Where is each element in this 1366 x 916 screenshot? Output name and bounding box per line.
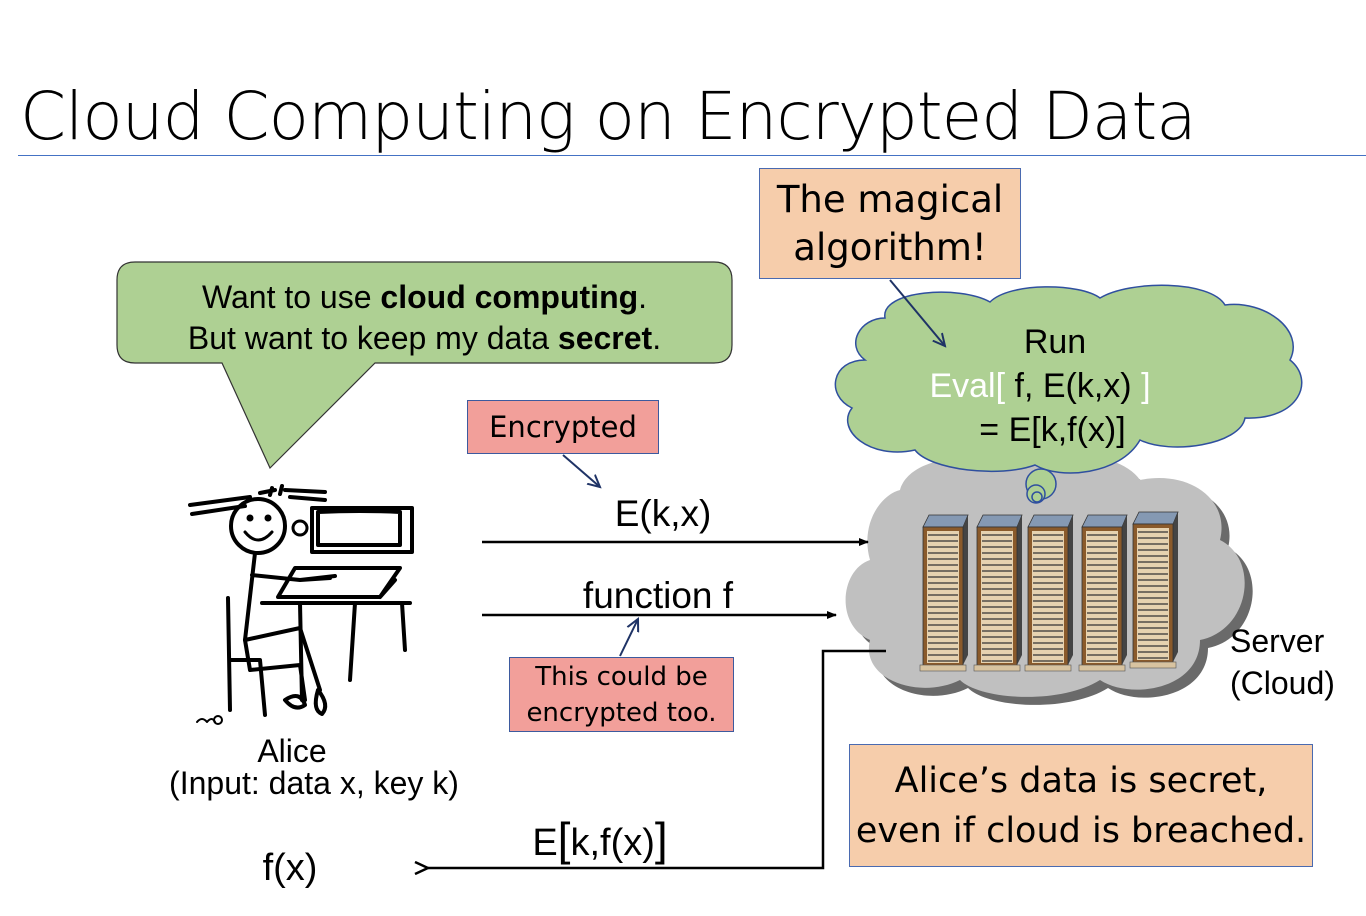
result-e: E xyxy=(532,822,558,864)
ciphertext-label: E(k,x) xyxy=(614,493,712,534)
eval-result: = E[k,f(x)] xyxy=(979,411,1126,449)
speech-line-2: But want to keep my data secret. xyxy=(117,318,732,359)
thought-cloud-text: Run Eval[ f, E(k,x) ] = E[k,f(x)] xyxy=(905,320,1205,452)
result-bracket: [ xyxy=(557,813,571,865)
result-inner: k,f(x) xyxy=(570,822,655,864)
server-racks xyxy=(919,511,1179,672)
function-note-line: encrypted too. xyxy=(526,697,717,728)
thought-bubble-small xyxy=(1031,491,1043,503)
eval-args: f, E(k,x) xyxy=(1005,367,1142,405)
encrypted-pointer-arrow xyxy=(562,454,600,487)
function-note-line: This could be xyxy=(535,661,708,692)
speech-text: . xyxy=(638,279,648,315)
speech-line-1: Want to use cloud computing. xyxy=(117,277,732,318)
server-label: Server (Cloud) xyxy=(1230,620,1335,704)
function-label: function f xyxy=(582,575,734,616)
encrypted-note-text: Encrypted xyxy=(489,410,637,444)
eval-word: Eval xyxy=(929,367,996,405)
eval-bracket: ] xyxy=(1141,367,1151,405)
eval-expression: Eval[ f, E(k,x) ] xyxy=(875,364,1205,408)
speech-text: But want to keep my data xyxy=(187,320,558,356)
run-text: Run xyxy=(1023,323,1087,361)
speech-bubble-text: Want to use cloud computing. But want to… xyxy=(117,277,732,359)
encrypted-result-label: E[k,f(x)] xyxy=(500,812,700,866)
speech-text: . xyxy=(652,320,662,356)
encrypted-note: Encrypted xyxy=(467,400,659,454)
result-bracket: ] xyxy=(654,813,668,865)
server-rack xyxy=(1024,514,1074,672)
conclusion-line: even if cloud is breached. xyxy=(855,810,1307,851)
alice-inputs: (Input: data x, key k) xyxy=(169,765,459,801)
speech-text: Want to use xyxy=(201,279,381,315)
magical-algorithm-callout: The magical algorithm! xyxy=(759,168,1021,279)
alice-drawing xyxy=(188,484,414,725)
server-rack xyxy=(1129,511,1179,669)
server-rack xyxy=(1078,514,1128,672)
callout-line: algorithm! xyxy=(793,225,987,269)
speech-bold-text: secret xyxy=(557,320,653,356)
function-note-pointer-arrow xyxy=(619,619,638,657)
eval-bracket: [ xyxy=(995,367,1006,405)
server-label-line: (Cloud) xyxy=(1230,665,1335,701)
conclusion-line: Alice’s data is secret, xyxy=(894,760,1268,801)
speech-bold-text: cloud computing xyxy=(380,279,639,315)
server-rack xyxy=(919,514,969,672)
callout-line: The magical xyxy=(776,177,1004,221)
server-label-line: Server xyxy=(1230,623,1325,659)
server-rack xyxy=(973,514,1023,672)
function-note: This could be encrypted too. xyxy=(509,657,734,732)
conclusion-callout: Alice’s data is secret, even if cloud is… xyxy=(849,744,1313,867)
decrypted-result: f(x) xyxy=(262,847,318,889)
